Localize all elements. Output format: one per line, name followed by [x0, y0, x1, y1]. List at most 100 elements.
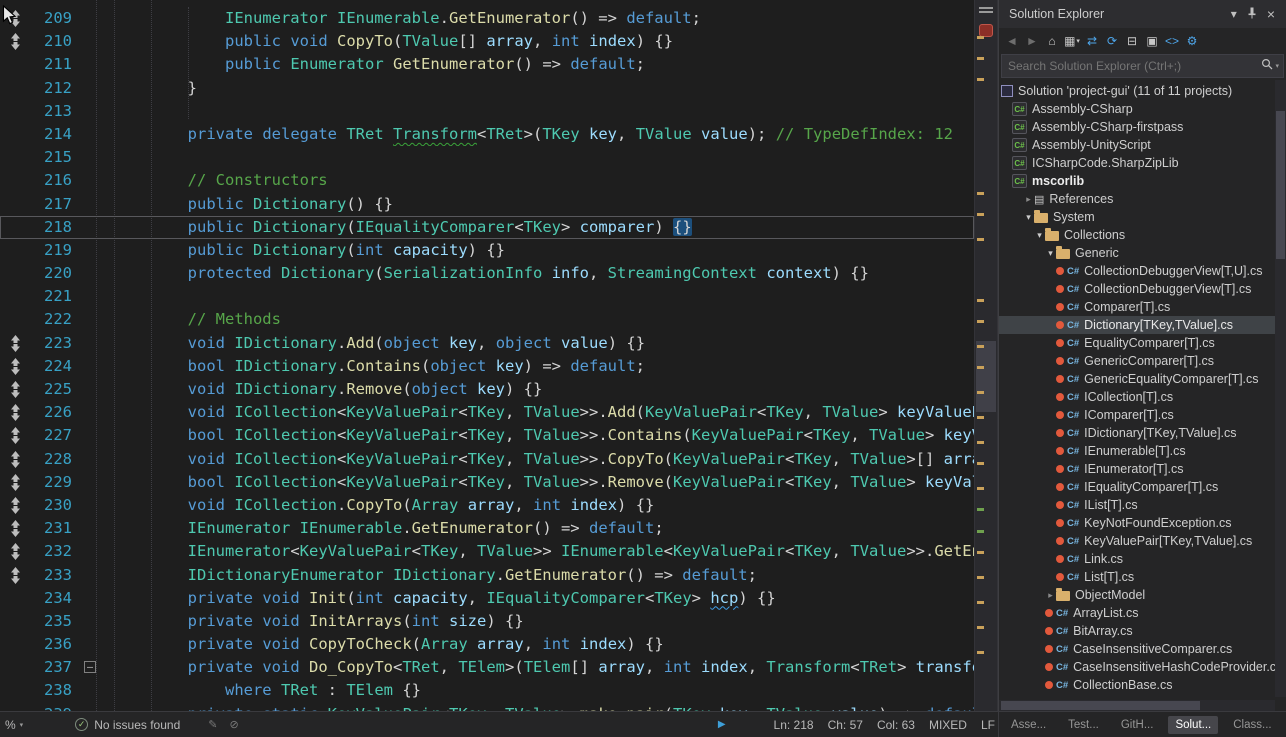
line-number[interactable]: 212: [30, 77, 78, 100]
line-number[interactable]: 220: [30, 262, 78, 285]
tree-item[interactable]: C#IEnumerator[T].cs: [999, 460, 1286, 478]
tree-item[interactable]: C#KeyNotFoundException.cs: [999, 514, 1286, 532]
tree-item[interactable]: C#CollectionDebuggerView[T].cs: [999, 280, 1286, 298]
tool-tab-class[interactable]: Class...: [1226, 716, 1278, 734]
search-icon[interactable]: [1261, 57, 1273, 75]
tree-item[interactable]: C#IDictionary[TKey,TValue].cs: [999, 424, 1286, 442]
close-icon[interactable]: ×: [1262, 4, 1280, 24]
tree-vertical-scrollbar[interactable]: [1275, 80, 1286, 697]
show-all-files-icon[interactable]: ▣: [1143, 32, 1161, 50]
tree-item[interactable]: C#IComparer[T].cs: [999, 406, 1286, 424]
eol-indicator[interactable]: LF: [981, 718, 995, 732]
tree-item[interactable]: C#CollectionDebuggerView[T,U].cs: [999, 262, 1286, 280]
member-glyph-icon[interactable]: [0, 30, 30, 53]
char-indicator[interactable]: Ch: 57: [828, 718, 863, 732]
line-number[interactable]: 226: [30, 401, 78, 424]
line-indicator[interactable]: Ln: 218: [774, 718, 814, 732]
tree-item[interactable]: C#GenericComparer[T].cs: [999, 352, 1286, 370]
line-number[interactable]: 236: [30, 633, 78, 656]
line-number[interactable]: 239: [30, 703, 78, 711]
member-glyph-icon[interactable]: [0, 517, 30, 540]
code-line[interactable]: 211 public Enumerator GetEnumerator() =>…: [0, 53, 974, 76]
tree-item[interactable]: ▾Collections: [999, 226, 1286, 244]
line-number[interactable]: 214: [30, 123, 78, 146]
chevron-collapsed-icon[interactable]: ▸: [1045, 590, 1056, 601]
line-number[interactable]: 211: [30, 53, 78, 76]
line-number[interactable]: 235: [30, 610, 78, 633]
code-line[interactable]: 220 protected Dictionary(SerializationIn…: [0, 262, 974, 285]
tree-item[interactable]: C#IEqualityComparer[T].cs: [999, 478, 1286, 496]
code-line[interactable]: 215: [0, 146, 974, 169]
tool-tab-test[interactable]: Test...: [1061, 716, 1106, 734]
editor-scrollbar[interactable]: [974, 0, 998, 711]
code-line[interactable]: 236 private void CopyToCheck(Array array…: [0, 633, 974, 656]
member-glyph-icon[interactable]: [0, 494, 30, 517]
chevron-down-icon[interactable]: ▾: [1226, 5, 1242, 23]
member-glyph-icon[interactable]: [0, 448, 30, 471]
encoding-indicator[interactable]: MIXED: [929, 718, 967, 732]
home-icon[interactable]: ⌂: [1043, 32, 1061, 50]
pin-icon[interactable]: [1242, 5, 1262, 24]
view-code-icon[interactable]: <>: [1163, 32, 1181, 50]
line-number[interactable]: 233: [30, 564, 78, 587]
line-number[interactable]: 237: [30, 656, 78, 679]
switch-views-icon[interactable]: ▦▾: [1063, 32, 1081, 50]
collapse-region-icon[interactable]: –: [84, 661, 96, 673]
code-line[interactable]: 235 private void InitArrays(int size) {}: [0, 610, 974, 633]
search-chevron-down-icon[interactable]: ▾: [1275, 62, 1279, 70]
split-editor-grip-icon[interactable]: [979, 11, 993, 13]
scrollbar-thumb[interactable]: [1276, 111, 1285, 259]
sync-with-active-document-icon[interactable]: ⇄: [1083, 32, 1101, 50]
line-number[interactable]: 210: [30, 30, 78, 53]
code-line[interactable]: 229 bool ICollection<KeyValuePair<TKey, …: [0, 471, 974, 494]
code-line[interactable]: 225 void IDictionary.Remove(object key) …: [0, 378, 974, 401]
tree-item[interactable]: C#IEnumerable[T].cs: [999, 442, 1286, 460]
chevron-expanded-icon[interactable]: ▾: [1023, 212, 1034, 223]
code-editor[interactable]: 209 IEnumerator IEnumerable.GetEnumerato…: [0, 0, 974, 711]
scrollbar-thumb[interactable]: [976, 341, 996, 412]
member-glyph-icon[interactable]: [0, 564, 30, 587]
code-line[interactable]: 230 void ICollection.CopyTo(Array array,…: [0, 494, 974, 517]
tree-item[interactable]: C#KeyValuePair[TKey,TValue].cs: [999, 532, 1286, 550]
search-input[interactable]: [1006, 58, 1259, 74]
tree-item[interactable]: C#EqualityComparer[T].cs: [999, 334, 1286, 352]
code-line[interactable]: 213: [0, 100, 974, 123]
code-line[interactable]: 228 void ICollection<KeyValuePair<TKey, …: [0, 448, 974, 471]
code-line[interactable]: 217 public Dictionary() {}: [0, 193, 974, 216]
code-line[interactable]: 212 }: [0, 77, 974, 100]
code-line[interactable]: 210 public void CopyTo(TValue[] array, i…: [0, 30, 974, 53]
tree-item[interactable]: Solution 'project-gui' (11 of 11 project…: [999, 82, 1286, 100]
code-line[interactable]: 237– private void Do_CopyTo<TRet, TElem>…: [0, 656, 974, 679]
tree-item[interactable]: C#Comparer[T].cs: [999, 298, 1286, 316]
back-icon[interactable]: ◄: [1003, 32, 1021, 50]
tree-item[interactable]: C#mscorlib: [999, 172, 1286, 190]
split-editor-grip-icon[interactable]: [979, 7, 993, 9]
line-number[interactable]: 232: [30, 540, 78, 563]
chevron-expanded-icon[interactable]: ▾: [1034, 230, 1045, 241]
properties-icon[interactable]: ⚙: [1183, 32, 1201, 50]
tree-item[interactable]: C#ArrayList.cs: [999, 604, 1286, 622]
code-line[interactable]: 234 private void Init(int capacity, IEqu…: [0, 587, 974, 610]
code-line[interactable]: 223 void IDictionary.Add(object key, obj…: [0, 332, 974, 355]
tool-tab-gith[interactable]: GitH...: [1114, 716, 1161, 734]
code-line[interactable]: 231 IEnumerator IEnumerable.GetEnumerato…: [0, 517, 974, 540]
line-number[interactable]: 216: [30, 169, 78, 192]
line-number[interactable]: 228: [30, 448, 78, 471]
tree-item[interactable]: C#ICollection[T].cs: [999, 388, 1286, 406]
tree-item[interactable]: C#BitArray.cs: [999, 622, 1286, 640]
code-line[interactable]: 226 void ICollection<KeyValuePair<TKey, …: [0, 401, 974, 424]
tree-item[interactable]: C#List[T].cs: [999, 568, 1286, 586]
line-number[interactable]: 221: [30, 285, 78, 308]
chevron-expanded-icon[interactable]: ▾: [1045, 248, 1056, 259]
member-glyph-icon[interactable]: [0, 471, 30, 494]
document-health-indicator[interactable]: ✓ No issues found: [75, 718, 180, 732]
line-number[interactable]: 223: [30, 332, 78, 355]
scrollbar-right-arrow-icon[interactable]: ▶: [718, 719, 726, 730]
code-line[interactable]: 232 IEnumerator<KeyValuePair<TKey, TValu…: [0, 540, 974, 563]
tree-item[interactable]: C#Assembly-CSharp-firstpass: [999, 118, 1286, 136]
line-number[interactable]: 213: [30, 100, 78, 123]
tree-item[interactable]: C#GenericEqualityComparer[T].cs: [999, 370, 1286, 388]
refresh-icon[interactable]: ⟳: [1103, 32, 1121, 50]
line-number[interactable]: 218: [30, 216, 78, 239]
tree-item[interactable]: C#Assembly-CSharp: [999, 100, 1286, 118]
